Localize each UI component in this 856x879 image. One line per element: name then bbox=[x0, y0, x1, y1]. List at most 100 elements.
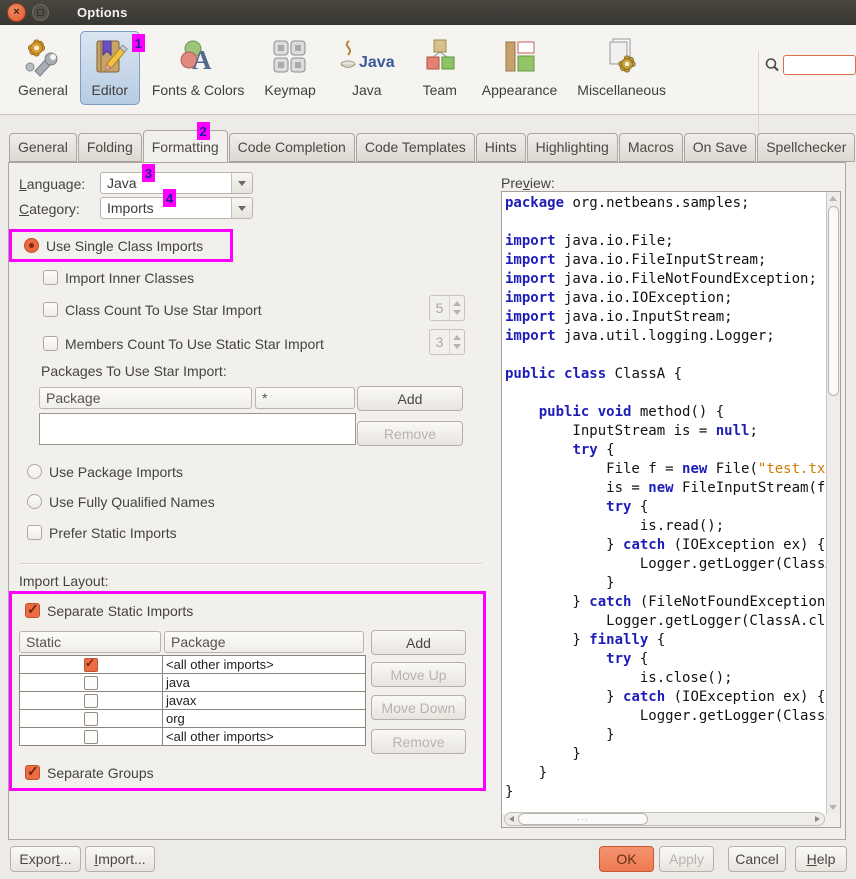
table-cell-static[interactable] bbox=[20, 656, 163, 673]
java-icon: Java bbox=[336, 35, 398, 81]
chevron-down-icon[interactable] bbox=[231, 173, 252, 193]
tab-on-save[interactable]: On Save bbox=[684, 133, 756, 162]
table-cell-static[interactable] bbox=[20, 692, 163, 709]
table-row[interactable]: <all other imports> bbox=[20, 728, 365, 745]
move-down-button[interactable]: Move Down bbox=[371, 695, 466, 720]
horizontal-scrollbar[interactable]: ··· bbox=[504, 812, 825, 826]
table-cell-package[interactable]: <all other imports> bbox=[163, 728, 365, 745]
separate-static-imports-checkbox[interactable] bbox=[25, 603, 40, 618]
move-up-button[interactable]: Move Up bbox=[371, 662, 466, 687]
scroll-left-icon[interactable] bbox=[509, 816, 514, 822]
toolbar-item-fonts-colors[interactable]: A Fonts & Colors bbox=[144, 31, 253, 105]
table-cell-package[interactable]: <all other imports> bbox=[163, 656, 365, 673]
table-row[interactable]: <all other imports> bbox=[20, 656, 365, 674]
star-import-add-button[interactable]: Add bbox=[357, 386, 463, 411]
category-combobox[interactable]: Imports bbox=[100, 197, 253, 219]
use-fqn-radio[interactable] bbox=[27, 494, 42, 509]
category-toolbar: GeneralEditor1AFonts & ColorsKeymapJavaJ… bbox=[0, 25, 856, 115]
table-cell-package[interactable]: java bbox=[163, 674, 365, 691]
table-cell-static[interactable] bbox=[20, 728, 163, 745]
scroll-up-icon[interactable] bbox=[829, 196, 837, 201]
tab-formatting[interactable]: Formatting2 bbox=[143, 130, 228, 163]
class-count-checkbox[interactable] bbox=[43, 302, 58, 317]
tab-hints[interactable]: Hints bbox=[476, 133, 526, 162]
team-cubes-icon bbox=[418, 35, 462, 81]
use-package-imports-radio[interactable] bbox=[27, 464, 42, 479]
prefer-static-label: Prefer Static Imports bbox=[49, 525, 177, 541]
tab-folding[interactable]: Folding bbox=[78, 133, 142, 162]
pattern-column-header[interactable]: * bbox=[255, 387, 355, 409]
chevron-down-icon[interactable] bbox=[231, 198, 252, 218]
import-button[interactable]: Import... bbox=[85, 846, 155, 872]
horizontal-scrollbar-thumb[interactable]: ··· bbox=[518, 813, 648, 825]
separate-groups-checkbox[interactable] bbox=[25, 765, 40, 780]
table-row[interactable]: javax bbox=[20, 692, 365, 710]
class-count-spinner[interactable]: 5 bbox=[429, 295, 465, 321]
tab-highlighting[interactable]: Highlighting bbox=[527, 133, 618, 162]
code-line bbox=[505, 384, 827, 403]
code-line: public class ClassA { bbox=[505, 365, 827, 384]
table-header-package[interactable]: Package bbox=[164, 631, 364, 653]
row-static-checkbox[interactable] bbox=[84, 730, 98, 744]
help-button[interactable]: Help bbox=[795, 846, 847, 872]
toolbar-item-editor[interactable]: Editor1 bbox=[80, 31, 140, 105]
scroll-right-icon[interactable] bbox=[815, 816, 820, 822]
vertical-scrollbar[interactable] bbox=[826, 192, 840, 814]
formatting-panel: Language: Java 3 Category: Imports 4 Use… bbox=[8, 162, 846, 840]
ok-button[interactable]: OK bbox=[599, 846, 654, 872]
tab-code-completion[interactable]: Code Completion bbox=[229, 133, 355, 162]
toolbar-item-label: Fonts & Colors bbox=[152, 82, 245, 98]
members-count-checkbox[interactable] bbox=[43, 336, 58, 351]
gears-icon bbox=[21, 35, 65, 81]
row-static-checkbox[interactable] bbox=[84, 694, 98, 708]
table-row[interactable]: org bbox=[20, 710, 365, 728]
window-title: Options bbox=[77, 5, 128, 20]
star-import-remove-button[interactable]: Remove bbox=[357, 421, 463, 446]
cancel-button[interactable]: Cancel bbox=[728, 846, 786, 872]
apply-button[interactable]: Apply bbox=[659, 846, 714, 872]
vertical-scrollbar-thumb[interactable] bbox=[828, 206, 839, 396]
tab-spellchecker[interactable]: Spellchecker bbox=[757, 133, 855, 162]
star-import-list[interactable] bbox=[39, 413, 356, 445]
table-header-static[interactable]: Static bbox=[19, 631, 161, 653]
import-inner-classes-checkbox[interactable] bbox=[43, 270, 58, 285]
export-button[interactable]: Export... bbox=[10, 846, 81, 872]
toolbar-item-team[interactable]: Team bbox=[410, 31, 470, 105]
row-static-checkbox[interactable] bbox=[84, 676, 98, 690]
scroll-down-icon[interactable] bbox=[829, 805, 837, 810]
tab-general[interactable]: General bbox=[9, 133, 77, 162]
import-inner-classes-label: Import Inner Classes bbox=[65, 270, 194, 286]
table-cell-package[interactable]: javax bbox=[163, 692, 365, 709]
row-static-checkbox[interactable] bbox=[84, 712, 98, 726]
spinner-arrows-icon[interactable] bbox=[450, 330, 464, 354]
maximize-icon[interactable] bbox=[32, 4, 49, 21]
toolbar-item-appearance[interactable]: Appearance bbox=[474, 31, 566, 105]
search-icon bbox=[764, 57, 780, 73]
toolbar-item-java[interactable]: JavaJava bbox=[328, 31, 406, 105]
prefer-static-checkbox[interactable] bbox=[27, 525, 42, 540]
tab-macros[interactable]: Macros bbox=[619, 133, 683, 162]
table-row[interactable]: java bbox=[20, 674, 365, 692]
members-count-spinner[interactable]: 3 bbox=[429, 329, 465, 355]
category-label: Category: bbox=[19, 201, 80, 217]
row-static-checkbox[interactable] bbox=[84, 658, 98, 672]
table-cell-package[interactable]: org bbox=[163, 710, 365, 727]
toolbar-item-miscellaneous[interactable]: Miscellaneous bbox=[569, 31, 674, 105]
table-cell-static[interactable] bbox=[20, 710, 163, 727]
tab-code-templates[interactable]: Code Templates bbox=[356, 133, 475, 162]
code-line: } bbox=[505, 574, 827, 593]
toolbar-separator bbox=[758, 51, 759, 139]
package-column-header[interactable]: Package bbox=[39, 387, 252, 409]
search-input[interactable] bbox=[783, 55, 856, 75]
use-single-class-imports-radio[interactable] bbox=[24, 238, 39, 253]
code-line: } finally { bbox=[505, 631, 827, 650]
toolbar-item-general[interactable]: General bbox=[10, 31, 76, 105]
svg-text:A: A bbox=[192, 45, 212, 75]
toolbar-item-keymap[interactable]: Keymap bbox=[256, 31, 323, 105]
table-cell-static[interactable] bbox=[20, 674, 163, 691]
language-combobox[interactable]: Java bbox=[100, 172, 253, 194]
layout-remove-button[interactable]: Remove bbox=[371, 729, 466, 754]
layout-add-button[interactable]: Add bbox=[371, 630, 466, 655]
close-icon[interactable]: × bbox=[7, 3, 26, 22]
spinner-arrows-icon[interactable] bbox=[450, 296, 464, 320]
